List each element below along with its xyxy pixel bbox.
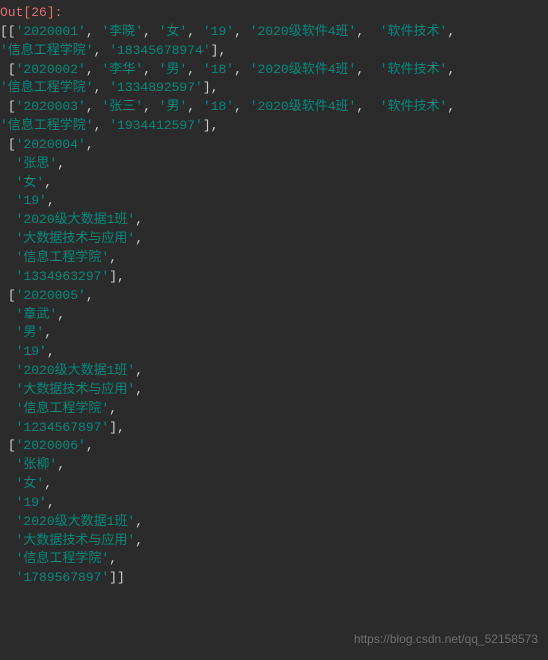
notebook-output: Out[26]: [['2020001', '李晓', '女', '19', '… (0, 0, 548, 588)
data-content: [['2020001', '李晓', '女', '19', '2020级软件4班… (0, 24, 455, 585)
watermark-text: https://blog.csdn.net/qq_52158573 (354, 631, 538, 648)
output-prompt: Out[26]: (0, 5, 70, 20)
